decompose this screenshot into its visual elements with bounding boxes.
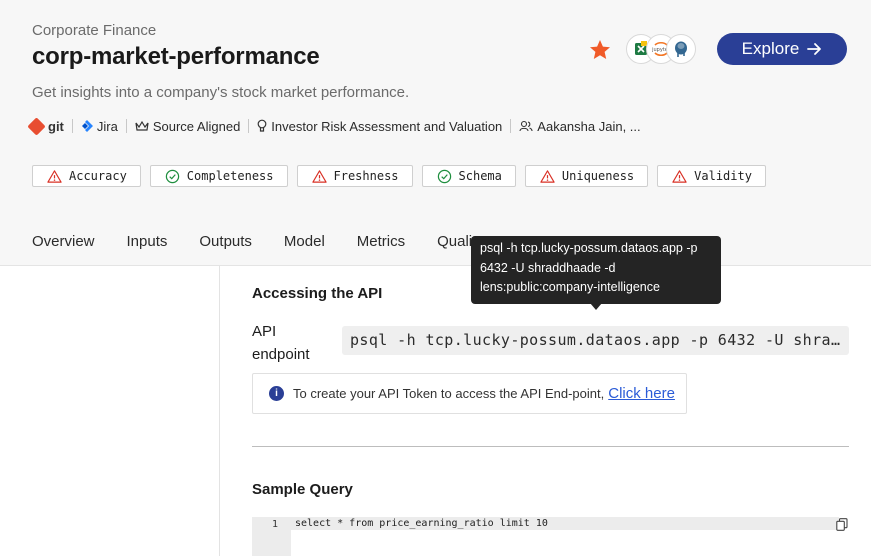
badge-label: Accuracy — [69, 169, 127, 183]
explore-label: Explore — [741, 39, 800, 58]
sample-query-title: Sample Query — [252, 481, 353, 498]
tool-avatars[interactable]: jupyter — [626, 34, 696, 64]
tooltip-arrow — [590, 303, 602, 310]
api-endpoint-tooltip: psql -h tcp.lucky-possum.dataos.app -p 6… — [471, 236, 721, 304]
warning-icon — [311, 169, 327, 183]
info-icon: i — [269, 386, 284, 401]
alignment-label: Source Aligned — [152, 118, 241, 134]
tab-overview[interactable]: Overview — [32, 233, 95, 250]
crown-icon — [135, 120, 149, 131]
api-endpoint-label: API endpoint — [252, 323, 310, 363]
meta-divider — [71, 119, 73, 133]
api-section-title: Accessing the API — [252, 285, 383, 302]
postgres-icon — [666, 34, 696, 64]
lightbulb-icon — [257, 119, 267, 132]
product-description: Get insights into a company's stock mark… — [32, 84, 410, 101]
meta-divider — [510, 119, 512, 133]
use-case-label: Investor Risk Assessment and Valuation — [271, 118, 503, 134]
tab-inputs[interactable]: Inputs — [127, 233, 168, 250]
owners-label: Aakansha Jain, ... — [537, 118, 641, 134]
badge-label: Schema — [458, 169, 502, 183]
check-circle-icon — [437, 169, 451, 183]
tab-metrics[interactable]: Metrics — [357, 233, 405, 250]
meta-divider — [248, 119, 250, 133]
jira-label: Jira — [96, 118, 118, 134]
meta-divider — [125, 119, 127, 133]
copy-icon[interactable] — [836, 518, 848, 531]
sidebar-divider — [219, 266, 220, 556]
jira-link[interactable]: Jira — [81, 119, 118, 134]
product-header: Corporate Finance corp-market-performanc… — [0, 0, 871, 266]
warning-icon — [672, 169, 687, 183]
use-case-info: Investor Risk Assessment and Valuation — [257, 119, 502, 134]
product-category: Corporate Finance — [32, 22, 157, 39]
product-title: corp-market-performance — [32, 43, 320, 70]
badge-label: Uniqueness — [561, 169, 635, 183]
quality-badges: Accuracy Completeness Freshness Schema U… — [32, 165, 766, 187]
git-label: git — [48, 118, 64, 134]
warning-icon — [540, 169, 555, 183]
badge-validity[interactable]: Validity — [657, 165, 766, 187]
badge-label: Freshness — [333, 169, 399, 183]
line-number: 1 — [272, 519, 279, 530]
owners-info[interactable]: Aakansha Jain, ... — [519, 118, 641, 134]
sample-query-editor[interactable]: 1 select * from price_earning_ratio limi… — [252, 517, 849, 556]
badge-schema[interactable]: Schema — [421, 165, 516, 187]
tab-bar: Overview Inputs Outputs Model Metrics Qu… — [32, 233, 516, 250]
badge-label: Completeness — [186, 169, 274, 183]
git-link[interactable]: git — [27, 116, 64, 136]
badge-completeness[interactable]: Completeness — [149, 165, 288, 187]
api-token-text: To create your API Token to access the A… — [293, 386, 605, 401]
favorite-star-icon[interactable] — [588, 38, 612, 62]
badge-accuracy[interactable]: Accuracy — [32, 165, 141, 187]
users-icon — [519, 120, 533, 132]
warning-icon — [47, 169, 62, 183]
code-line-text[interactable]: select * from price_earning_ratio limit … — [295, 518, 548, 529]
check-circle-icon — [165, 169, 179, 183]
tab-model[interactable]: Model — [284, 233, 325, 250]
git-icon — [27, 116, 46, 136]
badge-label: Validity — [694, 169, 752, 183]
alignment-info: Source Aligned — [135, 119, 240, 134]
badge-freshness[interactable]: Freshness — [296, 165, 413, 187]
explore-button[interactable]: Explore — [717, 33, 847, 65]
arrow-right-icon — [807, 43, 822, 55]
api-token-link[interactable]: Click here — [608, 385, 675, 402]
tab-outputs[interactable]: Outputs — [199, 233, 252, 250]
section-divider — [252, 446, 849, 447]
api-token-notice: i To create your API Token to access the… — [252, 373, 687, 414]
api-endpoint-field[interactable]: psql -h tcp.lucky-possum.dataos.app -p 6… — [342, 326, 849, 355]
product-meta-row: git Jira Source Aligned Investor Risk As… — [27, 116, 641, 136]
jira-icon — [81, 120, 93, 132]
badge-uniqueness[interactable]: Uniqueness — [524, 165, 649, 187]
